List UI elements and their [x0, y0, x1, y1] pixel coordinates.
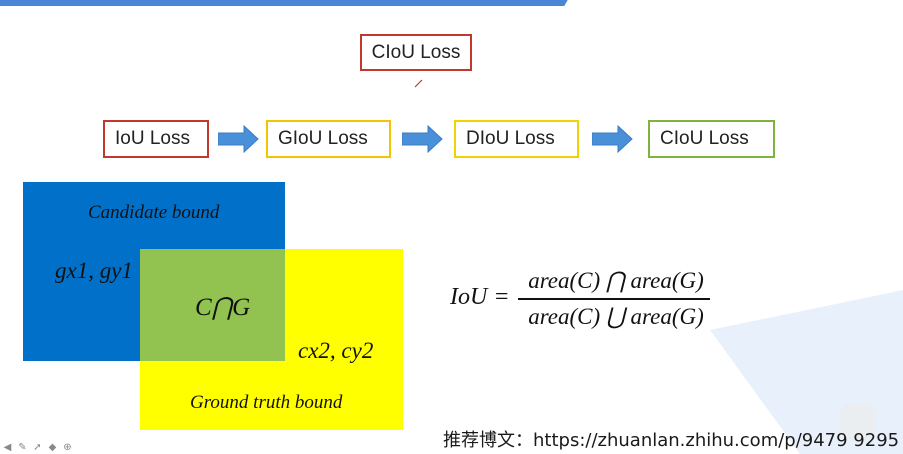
zoom-icon[interactable]: ⊕ [62, 442, 73, 453]
ground-coords-label: cx2, cy2 [298, 338, 374, 363]
flow-step-iou: IoU Loss [103, 120, 209, 158]
ground-truth-label: Ground truth bound [190, 392, 343, 413]
candidate-bound-label: Candidate bound [88, 202, 220, 223]
cursor-icon [414, 79, 423, 88]
slide-top-accent-tip [554, 0, 568, 6]
pen-icon[interactable]: ✎ [17, 442, 28, 453]
arrow-right-icon [592, 125, 633, 153]
intersection-label: C⋂G [195, 294, 251, 321]
formula-lhs: IoU = [450, 284, 510, 310]
fraction-bar [518, 298, 710, 300]
flow-step-diou: DIoU Loss [454, 120, 579, 158]
play-icon[interactable]: ◀ [2, 442, 13, 453]
slideshow-toolbar: ◀ ✎ ➚ ◆ ⊕ [0, 441, 73, 454]
pointer-icon[interactable]: ➚ [32, 442, 43, 453]
slide-title: CIoU Loss [360, 34, 472, 71]
flow-step-ciou: CIoU Loss [648, 120, 775, 158]
eraser-icon[interactable]: ◆ [47, 442, 58, 453]
slide-top-accent-bar [0, 0, 563, 6]
flow-step-giou: GIoU Loss [266, 120, 391, 158]
watermark-text: 推荐博文：https://zhuanlan.zhihu.com/p/9479 9… [443, 430, 900, 451]
formula-numerator: area(C) ⋂ area(G) [528, 268, 704, 293]
arrow-right-icon [218, 125, 259, 153]
arrow-right-icon [402, 125, 443, 153]
formula-denominator: area(C) ⋃ area(G) [528, 304, 704, 329]
candidate-coords-label: gx1, gy1 [55, 258, 133, 283]
